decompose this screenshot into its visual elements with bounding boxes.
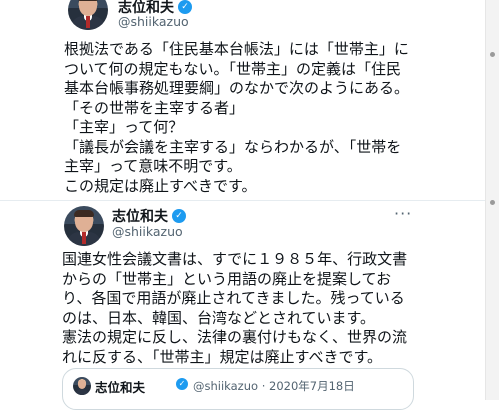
tweet-text: 国連女性会議文書は、すでに１９８５年、行政文書 からの「世帯主」という用語の廃止… [62, 250, 407, 367]
tweet-line: 「その世帯を主宰する者」 [64, 98, 245, 117]
tweet-line: のは、日本、韓国、台湾などとされています。 [62, 308, 376, 327]
tweet-line: 国連女性会議文書は、すでに１９８５年、行政文書 [62, 250, 408, 268]
tweet-line: 「議長が会議を主宰する」ならわかるが、「世帯を [64, 137, 402, 156]
verified-badge-icon: ✓ [172, 209, 186, 223]
tweet-line: 憲法の規定に反し、法律の裏付けもなく、世界の流 [62, 328, 408, 346]
tweet-line: この規定は廃止すべきです。 [64, 176, 257, 195]
author-name[interactable]: 志位和夫 [112, 206, 168, 226]
author-row: 志位和夫 ✓ [112, 206, 186, 226]
avatar[interactable] [68, 0, 108, 30]
tweet-line: 「主宰」って何？ [64, 118, 184, 136]
tweet-line: からの「世帯主」という用語の廃止を提案してお [62, 269, 392, 288]
quoted-avatar [73, 377, 91, 395]
tweet-line: り、各国で用語が廃止されてきました。残っている [62, 289, 405, 307]
verified-badge-icon: ✓ [176, 378, 188, 390]
quoted-meta: @shiikazuo · 2020年7月18日 [193, 379, 355, 393]
tweet-line: 主宰」って意味不明です。 [64, 157, 242, 175]
tweet-line: 根拠法である「住民基本台帳法」には「世帯主」に [64, 40, 409, 58]
scrollbar[interactable] [485, 0, 499, 400]
scroll-indicator [490, 52, 495, 57]
avatar[interactable] [64, 206, 104, 246]
author-handle[interactable]: @shiikazuo [118, 14, 189, 29]
tweet-line: ついて何の規定もない。「世帯主」の定義は「住民 [64, 59, 402, 78]
author-handle[interactable]: @shiikazuo [112, 224, 183, 239]
tweet-line: 基本台帳事務処理要綱」のなかで次のようにある。 [64, 79, 410, 97]
scroll-indicator [490, 200, 495, 205]
quoted-author-name: 志位和夫 [95, 380, 146, 395]
verified-badge-icon: ✓ [178, 0, 192, 14]
timeline: 志位和夫 ✓ @shiikazuo 根拠法である「住民基本台帳法」には「世帯主」… [0, 0, 499, 410]
tweet[interactable]: 志位和夫 ✓ @shiikazuo 根拠法である「住民基本台帳法」には「世帯主」… [0, 0, 486, 200]
tweet-line: れに反する、「世帯主」規定は廃止すべきです。 [62, 347, 382, 366]
more-options-icon[interactable]: ··· [394, 206, 412, 222]
tweet-text: 根拠法である「住民基本台帳法」には「世帯主」に ついて何の規定もない。「世帯主」… [64, 40, 409, 196]
quoted-tweet[interactable]: 志位和夫 ✓ @shiikazuo · 2020年7月18日 [62, 368, 414, 410]
